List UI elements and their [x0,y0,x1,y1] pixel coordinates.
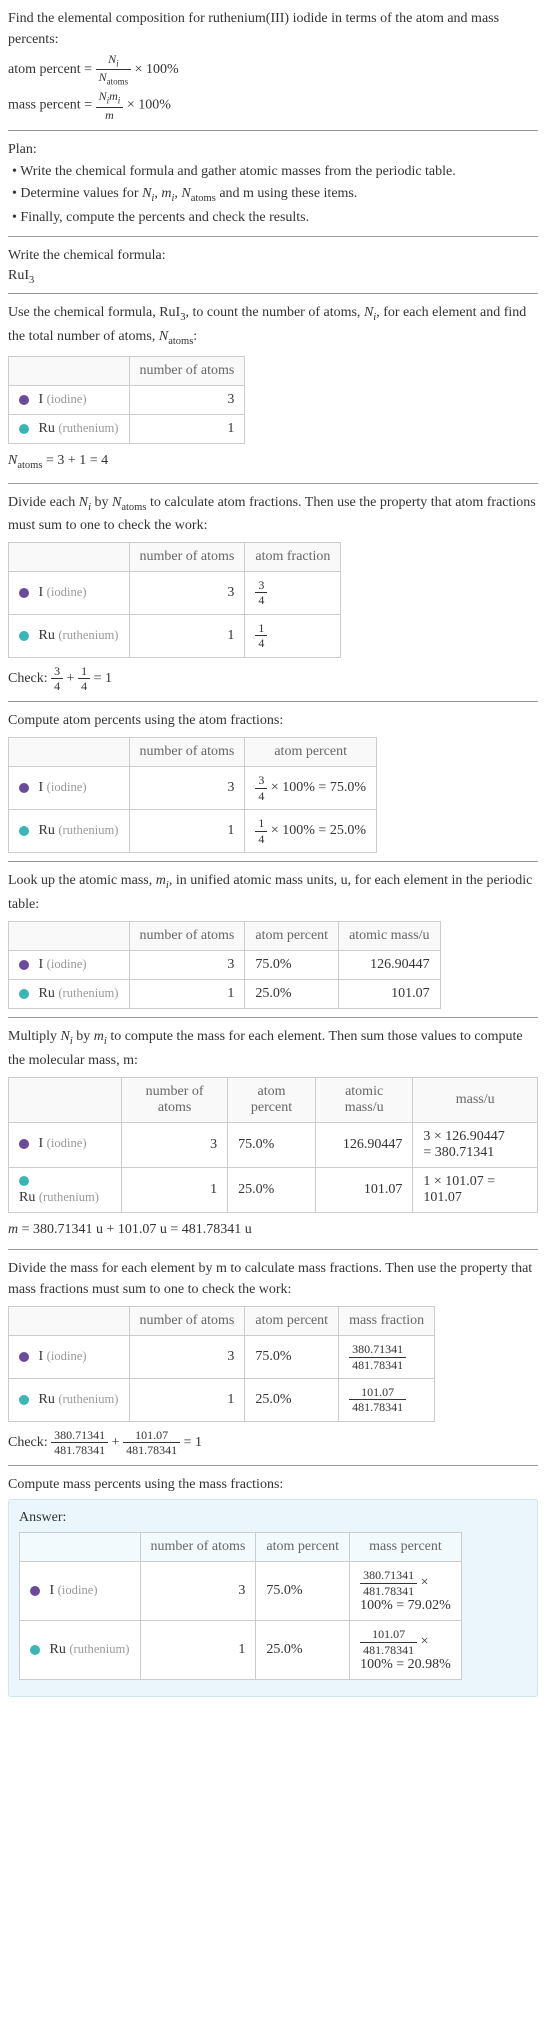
plan-bullets: • Write the chemical formula and gather … [12,162,538,228]
mass-sum: m = 380.71341 u + 101.07 u = 481.78341 u [8,1219,538,1241]
table-row: Ru (ruthenium) 1 25.0% 101.07 [9,979,441,1008]
table-header-row: number of atoms atom percent atomic mass… [9,921,441,950]
times100-1: × 100% [135,62,179,77]
step1-section: Write the chemical formula: RuI3 [8,245,538,286]
divider [8,293,538,294]
step5-table: number of atoms atom percent atomic mass… [8,921,441,1009]
answer-table: number of atoms atom percent mass percen… [19,1532,462,1680]
step7-section: Divide the mass for each element by m to… [8,1258,538,1457]
step3-check: Check: 34 + 14 = 1 [8,664,538,694]
step6-section: Multiply Ni by mi to compute the mass fo… [8,1026,538,1241]
mass-pct-frac: Nimi m [96,89,124,122]
step7-table: number of atoms atom percent mass fracti… [8,1306,435,1422]
step2-intro: Use the chemical formula, RuI3, to count… [8,302,538,349]
mass-percent-formula: mass percent = Nimi m × 100% [8,89,538,122]
dot-icon [19,1139,29,1149]
answer-box: Answer: number of atoms atom percent mas… [8,1499,538,1697]
mass-pct-lhs: mass percent = [8,98,92,113]
step2-section: Use the chemical formula, RuI3, to count… [8,302,538,474]
divider [8,236,538,237]
table-row: Ru (ruthenium) 1 25.0% 101.07481.78341 [9,1378,435,1421]
divider [8,1465,538,1466]
dot-icon [30,1645,40,1655]
step4-table: number of atoms atom percent I (iodine) … [8,737,377,853]
step8-intro: Compute mass percents using the mass fra… [8,1474,538,1495]
answer-label: Answer: [19,1510,527,1526]
table-header-row: number of atoms atom percent mass percen… [20,1533,462,1562]
step4-intro: Compute atom percents using the atom fra… [8,710,538,731]
plan-label: Plan: [8,139,538,160]
step6-table: number of atoms atom percent atomic mass… [8,1077,538,1213]
chemical-formula: RuI3 [8,268,538,286]
dot-icon [19,960,29,970]
table-row: Ru (ruthenium) 1 14 × 100% = 25.0% [9,810,377,853]
dot-icon [19,783,29,793]
table-row: Ru (ruthenium) 1 [9,414,245,443]
table-header-row: number of atoms atom fraction [9,543,341,572]
table-row: I (iodine) 3 75.0% 380.71341481.78341 [9,1336,435,1379]
element-cell: Ru (ruthenium) [9,414,130,443]
col-atoms: number of atoms [129,356,245,385]
table-row: I (iodine) 3 34 × 100% = 75.0% [9,767,377,810]
table-row: I (iodine) 3 75.0% 126.90447 3 × 126.904… [9,1122,538,1167]
step7-intro: Divide the mass for each element by m to… [8,1258,538,1300]
dot-icon [19,631,29,641]
step1-label: Write the chemical formula: [8,245,538,266]
divider [8,1017,538,1018]
plan-b3: • Finally, compute the percents and chec… [12,208,538,228]
table-row: Ru (ruthenium) 1 14 [9,614,341,657]
dot-icon [19,1352,29,1362]
step5-intro: Look up the atomic mass, mi, in unified … [8,870,538,915]
intro-section: Find the elemental composition for ruthe… [8,8,538,122]
dot-icon [30,1586,40,1596]
atoms-cell: 1 [129,414,245,443]
divider [8,130,538,131]
table-header-row: number of atoms atom percent [9,738,377,767]
atom-pct-frac: Ni Natoms [96,52,132,87]
dot-icon [19,588,29,598]
plan-b2: • Determine values for Ni, mi, Natoms an… [12,184,538,206]
table-row: Ru (ruthenium) 1 25.0% 101.07 1 × 101.07… [9,1167,538,1212]
dot-icon [19,395,29,405]
table-row: I (iodine) 3 75.0% 380.71341481.78341 × … [20,1562,462,1621]
step7-check: Check: 380.71341481.78341 + 101.07481.78… [8,1428,538,1458]
divider [8,701,538,702]
atom-percent-formula: atom percent = Ni Natoms × 100% [8,52,538,87]
intro-text: Find the elemental composition for ruthe… [8,8,538,50]
divider [8,483,538,484]
table-header-row: number of atoms atom percent atomic mass… [9,1077,538,1122]
step3-section: Divide each Ni by Natoms to calculate at… [8,492,538,694]
atoms-cell: 3 [129,385,245,414]
atom-pct-lhs: atom percent = [8,62,92,77]
step3-table: number of atoms atom fraction I (iodine)… [8,542,341,658]
plan-section: Plan: • Write the chemical formula and g… [8,139,538,228]
dot-icon [19,1395,29,1405]
table-row: Ru (ruthenium) 1 25.0% 101.07481.78341 ×… [20,1621,462,1680]
table-row: I (iodine) 3 [9,385,245,414]
step6-intro: Multiply Ni by mi to compute the mass fo… [8,1026,538,1071]
table-header-row: number of atoms [9,356,245,385]
col-blank [9,356,130,385]
table-header-row: number of atoms atom percent mass fracti… [9,1307,435,1336]
dot-icon [19,826,29,836]
step8-section: Compute mass percents using the mass fra… [8,1474,538,1495]
step5-section: Look up the atomic mass, mi, in unified … [8,870,538,1009]
plan-b1: • Write the chemical formula and gather … [12,162,538,182]
step2-table: number of atoms I (iodine) 3 Ru (rutheni… [8,356,245,444]
table-row: I (iodine) 3 75.0% 126.90447 [9,950,441,979]
dot-icon [19,1176,29,1186]
table-row: I (iodine) 3 34 [9,572,341,615]
element-cell: I (iodine) [9,385,130,414]
times100-2: × 100% [127,98,171,113]
step4-section: Compute atom percents using the atom fra… [8,710,538,853]
divider [8,1249,538,1250]
natoms-sum: Natoms = 3 + 1 = 4 [8,450,538,475]
step3-intro: Divide each Ni by Natoms to calculate at… [8,492,538,537]
divider [8,861,538,862]
dot-icon [19,424,29,434]
dot-icon [19,989,29,999]
